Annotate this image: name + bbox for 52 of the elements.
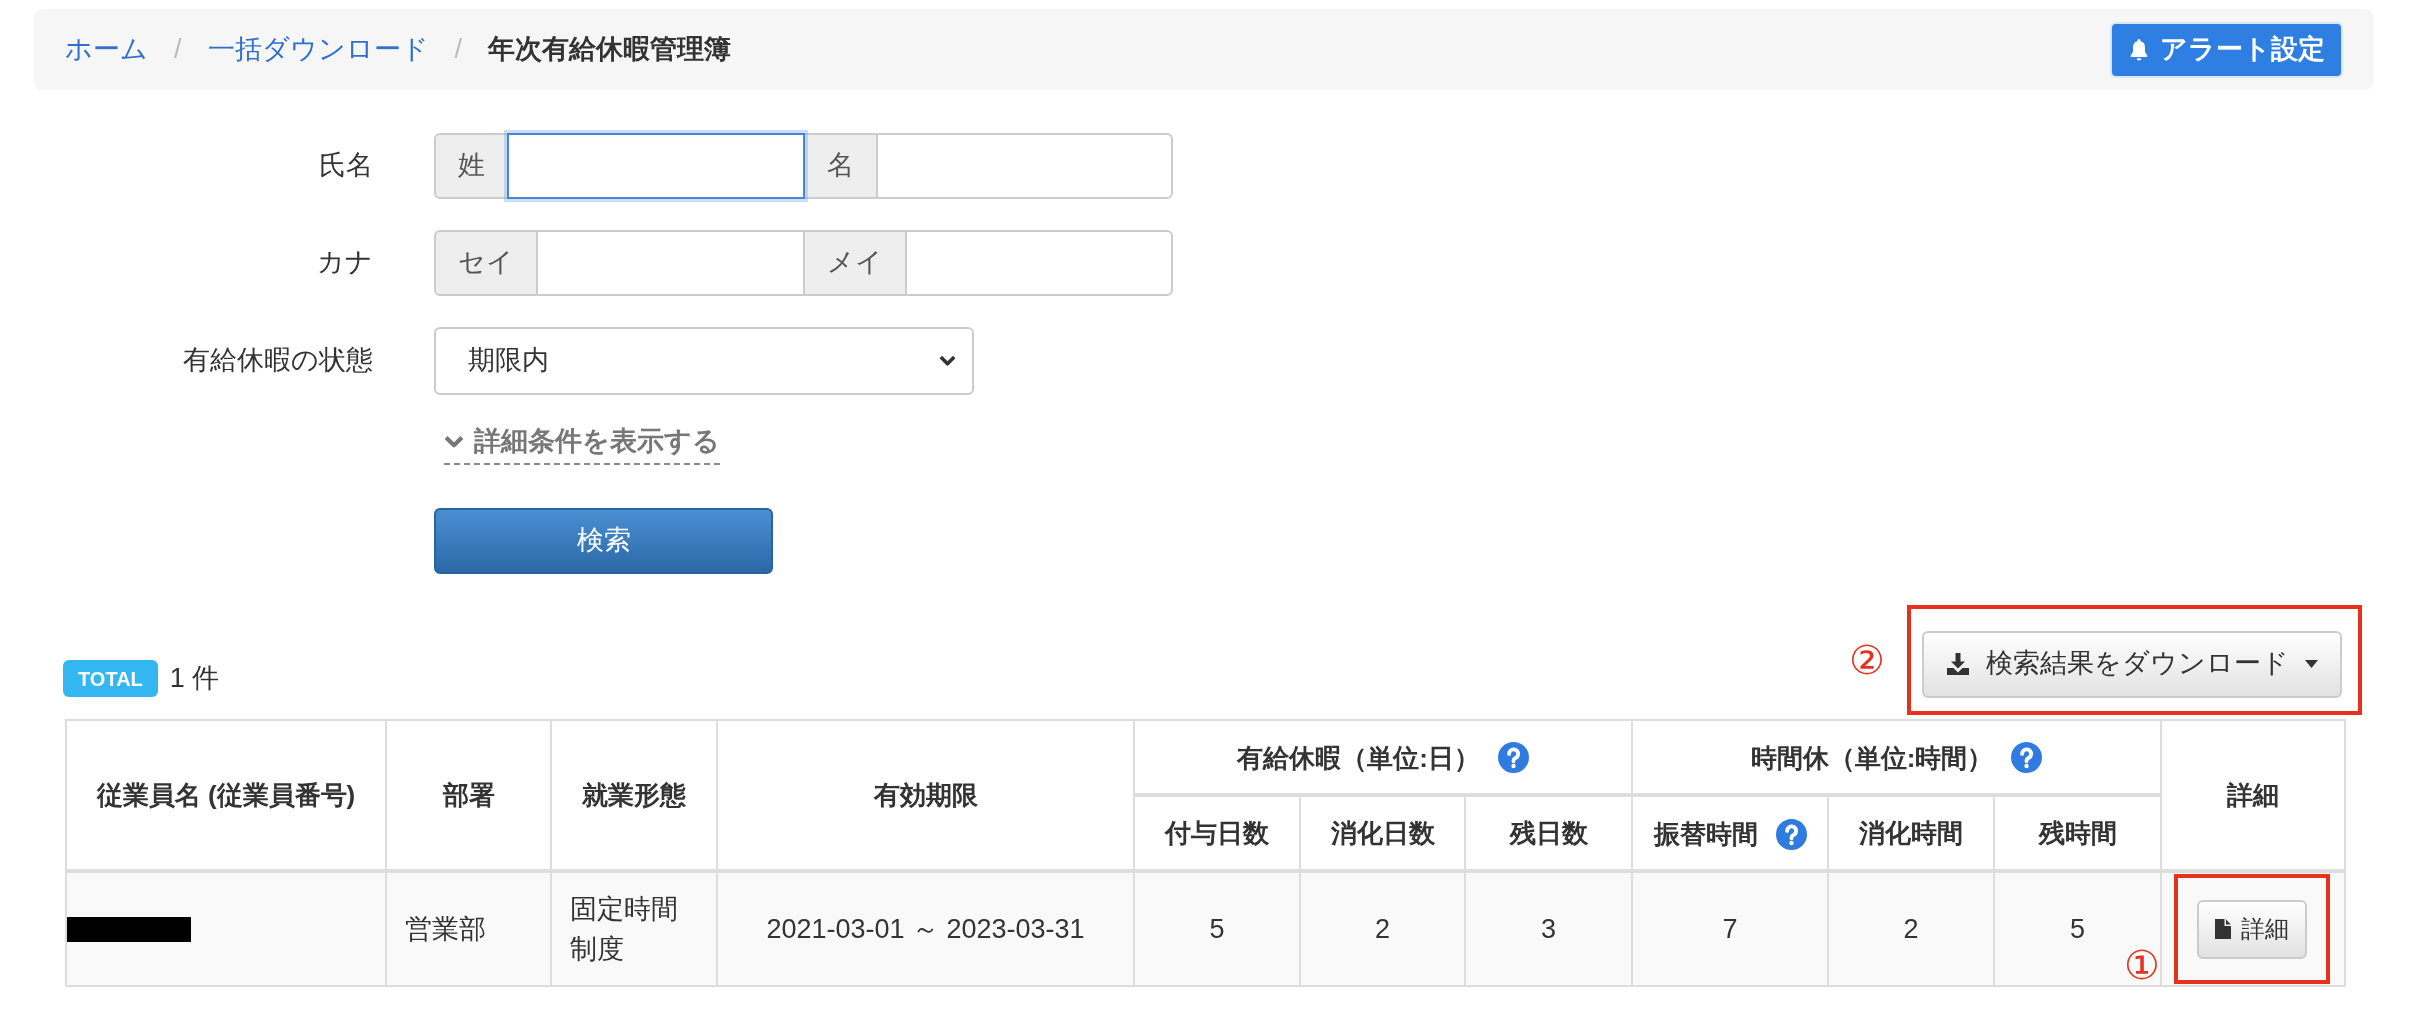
- table-cell: 2: [1828, 871, 1994, 987]
- column-header: 従業員名 (従業員番号): [66, 719, 386, 872]
- table-cell: 3: [1465, 871, 1632, 987]
- column-header: 付与日数: [1134, 794, 1300, 872]
- input-addon: メイ: [802, 230, 907, 296]
- breadcrumb-separator: /: [174, 32, 182, 66]
- table-cell: 2: [1300, 871, 1465, 987]
- text-input[interactable]: [536, 230, 805, 296]
- result-count: 1 件: [169, 662, 220, 695]
- column-header: 部署: [386, 719, 551, 872]
- chevron-down-icon: [939, 355, 956, 367]
- column-header: 消化時間: [1828, 794, 1994, 872]
- column-header: 振替時間: [1653, 818, 1758, 852]
- status-select[interactable]: 期限内: [434, 327, 974, 395]
- callout-number: ②: [1849, 639, 1885, 680]
- breadcrumb-current: 年次有給休暇管理簿: [488, 32, 732, 66]
- field-label: 氏名: [319, 149, 373, 183]
- column-header: 有効期限: [717, 719, 1134, 872]
- breadcrumb-separator: /: [454, 32, 463, 66]
- document-icon: [2215, 919, 2231, 940]
- text-input[interactable]: [875, 133, 1173, 199]
- input-addon: 名: [802, 133, 878, 199]
- show-conditions-link[interactable]: 詳細条件を表示する: [444, 423, 720, 465]
- field-label: 有給休暇の状態: [183, 344, 373, 378]
- table-cell: 固定時間制度: [551, 871, 717, 987]
- breadcrumb-link[interactable]: ホーム: [65, 30, 148, 69]
- alert-settings-button[interactable]: アラート設定: [2110, 21, 2343, 78]
- download-icon: [1946, 652, 1970, 677]
- download-button[interactable]: 検索結果をダウンロード: [1922, 630, 2342, 698]
- column-header: 詳細: [2161, 719, 2345, 872]
- caret-icon: [2305, 660, 2318, 669]
- table-cell: 営業部: [386, 871, 551, 987]
- table-cell: 7: [1632, 871, 1828, 987]
- text-input[interactable]: [507, 133, 805, 199]
- field-label: カナ: [317, 246, 373, 280]
- table-cell: 5: [1134, 871, 1300, 987]
- search-button[interactable]: 検索: [434, 507, 773, 574]
- column-header: 有給休暇（単位:日）: [1237, 741, 1480, 775]
- total-badge: TOTAL: [63, 660, 158, 698]
- column-header: 時間休（単位:時間）: [1750, 741, 1994, 775]
- input-addon: 姓: [434, 133, 509, 199]
- callout-number: ①: [2124, 945, 2160, 986]
- column-header: 残日数: [1465, 794, 1632, 872]
- table-cell: 2021-03-01 ～ 2023-03-31: [717, 871, 1134, 987]
- text-input[interactable]: [904, 230, 1173, 296]
- detail-button[interactable]: 詳細: [2197, 899, 2307, 959]
- column-header: 残時間: [1994, 794, 2161, 872]
- column-header: 消化日数: [1300, 794, 1465, 872]
- breadcrumb-link[interactable]: 一括ダウンロード: [207, 30, 429, 69]
- bell-icon: [2128, 37, 2150, 62]
- input-addon: セイ: [434, 230, 538, 296]
- column-header: 就業形態: [551, 719, 717, 872]
